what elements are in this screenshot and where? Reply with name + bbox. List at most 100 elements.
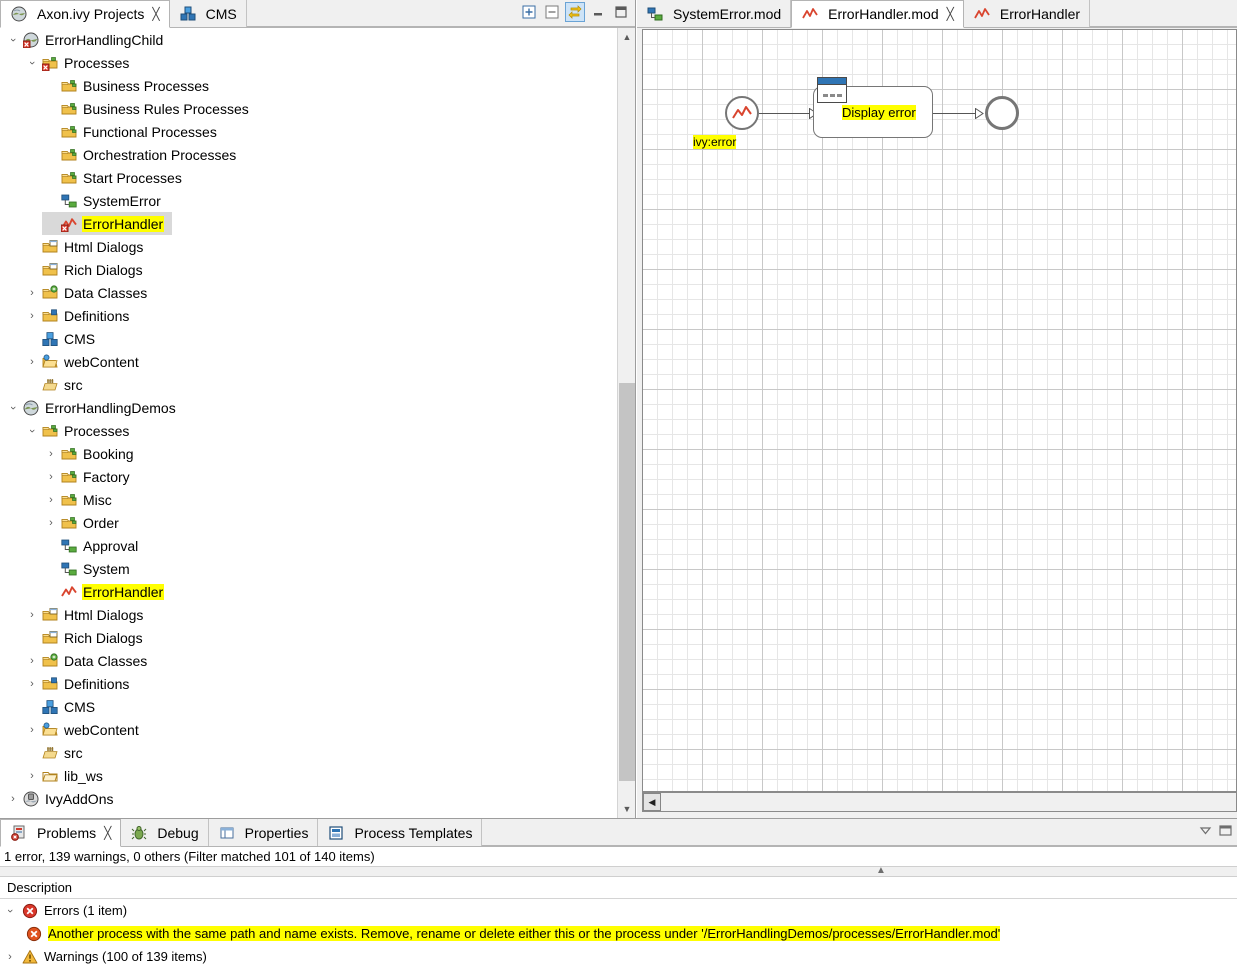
tree-item-cms[interactable]: CMS [0,327,618,350]
tab-cms[interactable]: CMS [169,0,247,27]
close-icon[interactable]: ╳ [104,826,111,840]
tab-systemerror-mod[interactable]: SystemError.mod [637,0,792,27]
tree-item-systemerror[interactable]: SystemError [0,189,618,212]
tree-item-errorhandler[interactable]: ErrorHandler [0,580,618,603]
link-with-editor-icon[interactable] [565,2,585,22]
tree-item-errorhandler[interactable]: ErrorHandler [42,212,172,235]
tree-item-label: Misc [83,491,112,508]
chevron-right-icon[interactable]: › [23,770,41,782]
tree-item-label: Booking [83,445,134,462]
tree-item-system[interactable]: System [0,557,618,580]
chevron-right-icon[interactable]: › [42,517,60,529]
tree-item-definitions[interactable]: › Definitions [0,304,618,327]
scrollbar-thumb[interactable] [619,383,635,781]
tree-item-lib-ws[interactable]: › lib_ws [0,764,618,787]
connector-start-to-task[interactable] [759,113,813,114]
tab-debug[interactable]: Debug [121,819,209,846]
tree-item-webcontent[interactable]: › webContent [0,350,618,373]
tab-errorhandler-mod[interactable]: ErrorHandler.mod ╳ [791,0,964,28]
tree-item-webcontent[interactable]: › webContent [0,718,618,741]
chevron-right-icon[interactable]: › [23,609,41,621]
chevron-right-icon[interactable]: › [4,793,22,805]
tree-item-src[interactable]: src [0,741,618,764]
tree-item-business-processes[interactable]: Business Processes [0,74,618,97]
tree-item-html-dialogs[interactable]: Html Dialogs [0,235,618,258]
process-templates-icon [327,825,345,841]
chevron-down-icon[interactable]: › [26,54,38,72]
collapse-chevron-icon[interactable]: ▲ [876,865,886,876]
tree-item-errorhandlingchild[interactable]: › ErrorHandlingChild [0,28,618,51]
chevron-down-icon[interactable]: › [7,31,19,49]
scroll-left-icon[interactable]: ◀ [643,793,661,811]
tree-item-src[interactable]: src [0,373,618,396]
tab-problems[interactable]: Problems ╳ [0,819,122,847]
tree-item-approval[interactable]: Approval [0,534,618,557]
problem-item-row[interactable]: Another process with the same path and n… [0,922,1237,945]
process-canvas[interactable]: ivy:error Display error [642,29,1237,792]
error-start-event[interactable] [725,96,759,130]
project-tree[interactable]: › ErrorHandlingChild › Processes Business Pr… [0,28,618,818]
problem-group-row[interactable]: › Errors (1 item) [0,899,1237,922]
tab-properties[interactable]: Properties [208,819,319,846]
ivy-project-icon [22,400,40,416]
end-event[interactable] [985,96,1019,130]
scroll-down-icon[interactable]: ▼ [618,800,635,818]
minimize-icon[interactable] [1219,824,1232,837]
close-icon[interactable]: ╳ [947,7,954,21]
tree-item-processes[interactable]: › Processes [0,419,618,442]
user-dialog-task[interactable]: Display error [813,77,933,138]
chevron-right-icon[interactable]: › [42,494,60,506]
tree-item-definitions[interactable]: › Definitions [0,672,618,695]
tree-item-errorhandlingdemos[interactable]: › ErrorHandlingDemos [0,396,618,419]
tree-item-functional-processes[interactable]: Functional Processes [0,120,618,143]
chevron-right-icon[interactable]: › [23,287,41,299]
chevron-right-icon[interactable]: › [23,678,41,690]
tab-axon-ivy-projects[interactable]: Axon.ivy Projects ╳ [0,0,170,28]
tree-item-rich-dialogs[interactable]: Rich Dialogs [0,626,618,649]
chevron-right-icon[interactable]: › [0,951,20,963]
tree-item-factory[interactable]: › Factory [0,465,618,488]
chevron-right-icon[interactable]: › [23,724,41,736]
cms-icon [179,6,197,22]
chevron-down-icon[interactable]: › [26,422,38,440]
tree-item-processes[interactable]: › Processes [0,51,618,74]
chevron-right-icon[interactable]: › [23,655,41,667]
tree-item-html-dialogs[interactable]: › Html Dialogs [0,603,618,626]
tree-vertical-scrollbar[interactable]: ▲ ▼ [617,28,635,818]
chevron-down-icon[interactable]: › [4,901,16,921]
problem-group-row[interactable]: › Warnings (100 of 139 items) [0,945,1237,968]
view-sash[interactable]: ▲ [0,865,1237,877]
maximize-icon[interactable] [611,2,631,22]
tab-errorhandler[interactable]: ErrorHandler [963,0,1091,27]
tree-item-start-processes[interactable]: Start Processes [0,166,618,189]
tree-item-order[interactable]: › Order [0,511,618,534]
tab-label: Axon.ivy Projects [37,6,145,22]
chevron-right-icon[interactable]: › [23,310,41,322]
tree-item-orchestration-processes[interactable]: Orchestration Processes [0,143,618,166]
tree-item-rich-dialogs[interactable]: Rich Dialogs [0,258,618,281]
start-event-label: ivy:error [693,135,737,149]
problems-table[interactable]: › Errors (1 item) Another process with the… [0,899,1237,968]
view-menu-icon[interactable] [1199,824,1212,837]
expand-all-icon[interactable] [519,2,539,22]
editor-horizontal-scrollbar[interactable]: ◀ [642,792,1237,812]
chevron-right-icon[interactable]: › [42,448,60,460]
tab-process-templates[interactable]: Process Templates [318,819,483,846]
tree-item-business-rules-processes[interactable]: Business Rules Processes [0,97,618,120]
scroll-up-icon[interactable]: ▲ [618,28,635,46]
tree-item-cms[interactable]: CMS [0,695,618,718]
tree-item-label: webContent [64,721,139,738]
tree-item-misc[interactable]: › Misc [0,488,618,511]
collapse-all-icon[interactable] [542,2,562,22]
tree-item-label: SystemError [83,192,161,209]
chevron-down-icon[interactable]: › [7,399,19,417]
problems-column-header[interactable]: Description [0,877,1237,899]
chevron-right-icon[interactable]: › [42,471,60,483]
minimize-icon[interactable] [588,2,608,22]
chevron-right-icon[interactable]: › [23,356,41,368]
close-icon[interactable]: ╳ [152,7,159,21]
tree-item-booking[interactable]: › Booking [0,442,618,465]
tree-item-ivyaddons[interactable]: › IvyAddOns [0,787,618,810]
tree-item-data-classes[interactable]: › Data Classes [0,649,618,672]
tree-item-data-classes[interactable]: › Data Classes [0,281,618,304]
